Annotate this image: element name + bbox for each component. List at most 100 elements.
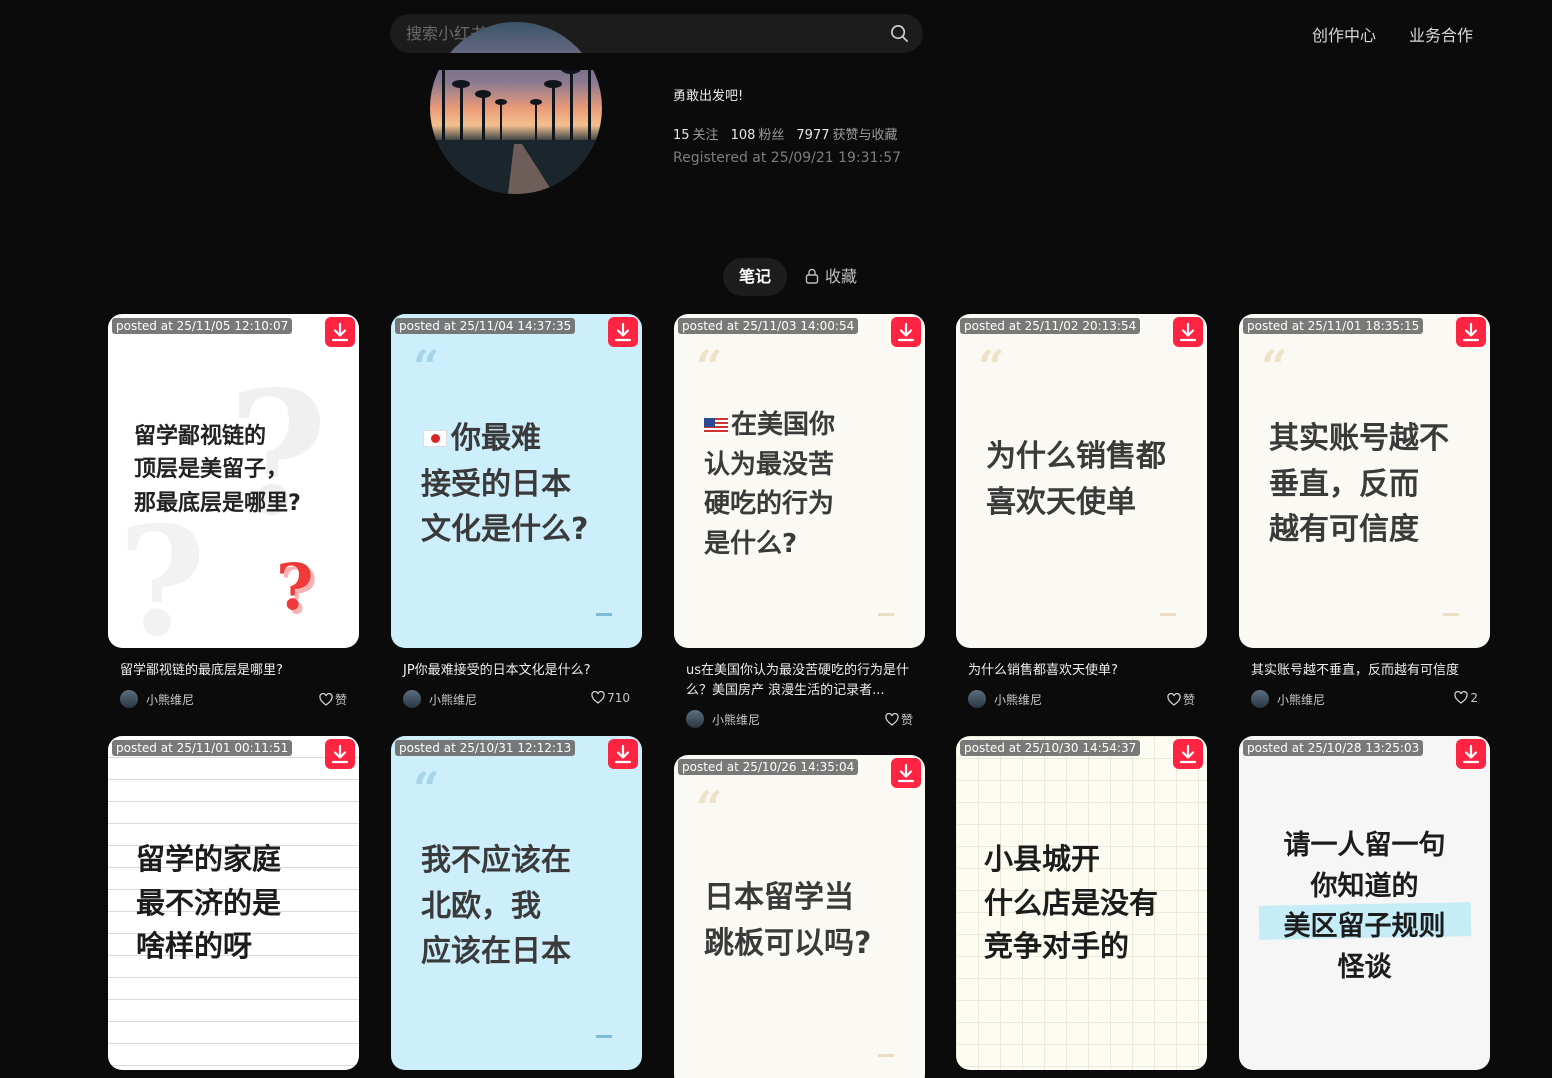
download-button[interactable]	[608, 739, 638, 769]
author-avatar[interactable]	[968, 690, 986, 708]
lock-icon	[805, 268, 819, 284]
download-icon	[1462, 322, 1480, 342]
note-meta: 小熊维尼 赞	[120, 689, 347, 709]
heart-icon	[591, 690, 605, 704]
download-button[interactable]	[891, 317, 921, 347]
author-avatar[interactable]	[1251, 690, 1269, 708]
author-name[interactable]: 小熊维尼	[712, 711, 760, 728]
note-title[interactable]: 其实账号越不垂直，反而越有可信度	[1251, 661, 1478, 681]
posted-time: posted at 25/11/05 12:10:07	[112, 318, 293, 334]
author-name[interactable]: 小熊维尼	[146, 691, 194, 708]
download-icon	[897, 763, 915, 783]
tab-favorites-label: 收藏	[825, 267, 858, 286]
note-cover[interactable]: “ 我不应该在 北欧，我 应该在日本 posted at 25/10/31 12…	[391, 736, 642, 1070]
like-button[interactable]: 赞	[319, 691, 347, 708]
download-button[interactable]	[1456, 317, 1486, 347]
likes-count: 7977	[796, 128, 830, 143]
note-card[interactable]: 请一人留一句 你知道的 美区留子规则 怪谈 posted at 25/10/28…	[1239, 736, 1490, 1070]
note-cover[interactable]: “ 你最难 接受的日本 文化是什么? posted at 25/11/04 14…	[391, 314, 642, 648]
note-title[interactable]: 为什么销售都喜欢天使单?	[968, 661, 1195, 681]
download-icon	[614, 744, 632, 764]
note-title[interactable]: 留学鄙视链的最底层是哪里?	[120, 661, 347, 681]
note-cover[interactable]: “ 在美国你 认为最没苦 硬吃的行为 是什么? posted at 25/11/…	[674, 314, 925, 648]
note-card[interactable]: 留学的家庭 最不济的是 啥样的呀 posted at 25/11/01 00:1…	[108, 736, 359, 1070]
note-cover[interactable]: “ 为什么销售都 喜欢天使单 posted at 25/11/02 20:13:…	[956, 314, 1207, 648]
note-card[interactable]: “ 日本留学当 跳板可以吗? posted at 25/10/26 14:35:…	[674, 755, 925, 1078]
note-cover[interactable]: 请一人留一句 你知道的 美区留子规则 怪谈 posted at 25/10/28…	[1239, 736, 1490, 1070]
like-button[interactable]: 赞	[1167, 691, 1195, 708]
following-label[interactable]: 关注	[693, 128, 719, 143]
cover-text: 留学的家庭 最不济的是 啥样的呀	[136, 842, 282, 963]
quote-icon: “	[696, 340, 723, 394]
download-button[interactable]	[1173, 317, 1203, 347]
download-button[interactable]	[1456, 739, 1486, 769]
author-name[interactable]: 小熊维尼	[1277, 691, 1325, 708]
author-name[interactable]: 小熊维尼	[429, 691, 477, 708]
heart-icon	[319, 692, 333, 706]
avatar	[430, 22, 602, 194]
note-card[interactable]: “ 在美国你 认为最没苦 硬吃的行为 是什么? posted at 25/11/…	[674, 314, 925, 729]
profile-stats: 15 关注 108 粉丝 7977 获赞与收藏	[673, 124, 910, 143]
note-card[interactable]: “ 你最难 接受的日本 文化是什么? posted at 25/11/04 14…	[391, 314, 642, 709]
heart-icon	[1167, 692, 1181, 706]
download-button[interactable]	[608, 317, 638, 347]
heart-icon	[1454, 690, 1469, 704]
download-button[interactable]	[325, 317, 355, 347]
like-button[interactable]: 710	[591, 690, 630, 705]
note-cover[interactable]: 小县城开 什么店是没有 竞争对手的 posted at 25/10/30 14:…	[956, 736, 1207, 1070]
author-avatar[interactable]	[120, 690, 138, 708]
cover-text: 留学鄙视链的 顶层是美留子， 那最底层是哪里?	[134, 424, 301, 516]
author-avatar[interactable]	[686, 710, 704, 728]
note-cover[interactable]: “ 其实账号越不 垂直，反而 越有可信度 posted at 25/11/01 …	[1239, 314, 1490, 648]
nav-creator-center[interactable]: 创作中心	[1312, 22, 1376, 46]
download-icon	[331, 322, 349, 342]
like-count: 710	[607, 691, 630, 705]
note-meta: 小熊维尼 赞	[968, 689, 1195, 709]
note-card[interactable]: “ 为什么销售都 喜欢天使单 posted at 25/11/02 20:13:…	[956, 314, 1207, 709]
note-title[interactable]: JP你最难接受的日本文化是什么?	[403, 661, 630, 681]
note-title[interactable]: us在美国你认为最没苦硬吃的行为是什么？美国房产 浪漫生活的记录者...	[686, 661, 913, 701]
profile-bio: 勇敢出发吧!	[673, 89, 744, 104]
posted-time: posted at 25/10/31 12:12:13	[395, 740, 576, 756]
download-button[interactable]	[325, 739, 355, 769]
download-icon	[897, 322, 915, 342]
posted-time: posted at 25/10/28 13:25:03	[1243, 740, 1424, 756]
note-cover[interactable]: “ 日本留学当 跳板可以吗? posted at 25/10/26 14:35:…	[674, 755, 925, 1078]
like-button[interactable]: 2	[1454, 690, 1478, 705]
note-cover[interactable]: ? ? 留学鄙视链的 顶层是美留子， 那最底层是哪里? ? posted at …	[108, 314, 359, 648]
author-avatar[interactable]	[403, 690, 421, 708]
note-card[interactable]: “ 我不应该在 北欧，我 应该在日本 posted at 25/10/31 12…	[391, 736, 642, 1070]
note-meta: 小熊维尼 赞	[686, 709, 913, 729]
like-count: 2	[1470, 691, 1478, 705]
download-button[interactable]	[891, 758, 921, 788]
tab-notes[interactable]: 笔记	[723, 258, 787, 296]
cover-text: 我不应该在 北欧，我 应该在日本	[421, 843, 571, 970]
note-card[interactable]: 小县城开 什么店是没有 竞争对手的 posted at 25/10/30 14:…	[956, 736, 1207, 1070]
download-icon	[331, 744, 349, 764]
download-button[interactable]	[1173, 739, 1203, 769]
followers-label[interactable]: 粉丝	[758, 128, 784, 143]
tab-favorites[interactable]: 收藏	[805, 258, 857, 296]
posted-time: posted at 25/10/30 14:54:37	[960, 740, 1141, 756]
author-name[interactable]: 小熊维尼	[994, 691, 1042, 708]
note-card[interactable]: “ 其实账号越不 垂直，反而 越有可信度 posted at 25/11/01 …	[1239, 314, 1490, 709]
like-count: 赞	[334, 693, 347, 707]
note-card[interactable]: ? ? 留学鄙视链的 顶层是美留子， 那最底层是哪里? ? posted at …	[108, 314, 359, 709]
nav-business[interactable]: 业务合作	[1409, 22, 1473, 46]
quote-icon: “	[413, 762, 440, 816]
like-count: 赞	[900, 713, 913, 727]
followers-count: 108	[730, 128, 756, 143]
following-count: 15	[673, 128, 690, 143]
note-meta: 小熊维尼 710	[403, 689, 630, 709]
cover-text: 其实账号越不 垂直，反而 越有可信度	[1269, 421, 1449, 548]
posted-time: posted at 25/11/02 20:13:54	[960, 318, 1141, 334]
registered-time: Registered at 25/09/21 19:31:57	[673, 150, 902, 166]
note-cover[interactable]: 留学的家庭 最不济的是 啥样的呀 posted at 25/11/01 00:1…	[108, 736, 359, 1070]
like-button[interactable]: 赞	[885, 711, 913, 728]
search-icon[interactable]	[890, 24, 909, 43]
posted-time: posted at 25/10/26 14:35:04	[678, 759, 859, 775]
cover-text: 请一人留一句 你知道的 美区留子规则 怪谈	[1283, 830, 1446, 983]
posted-time: posted at 25/11/04 14:37:35	[395, 318, 576, 334]
posted-time: posted at 25/11/01 00:11:51	[112, 740, 293, 756]
like-count: 赞	[1182, 693, 1195, 707]
